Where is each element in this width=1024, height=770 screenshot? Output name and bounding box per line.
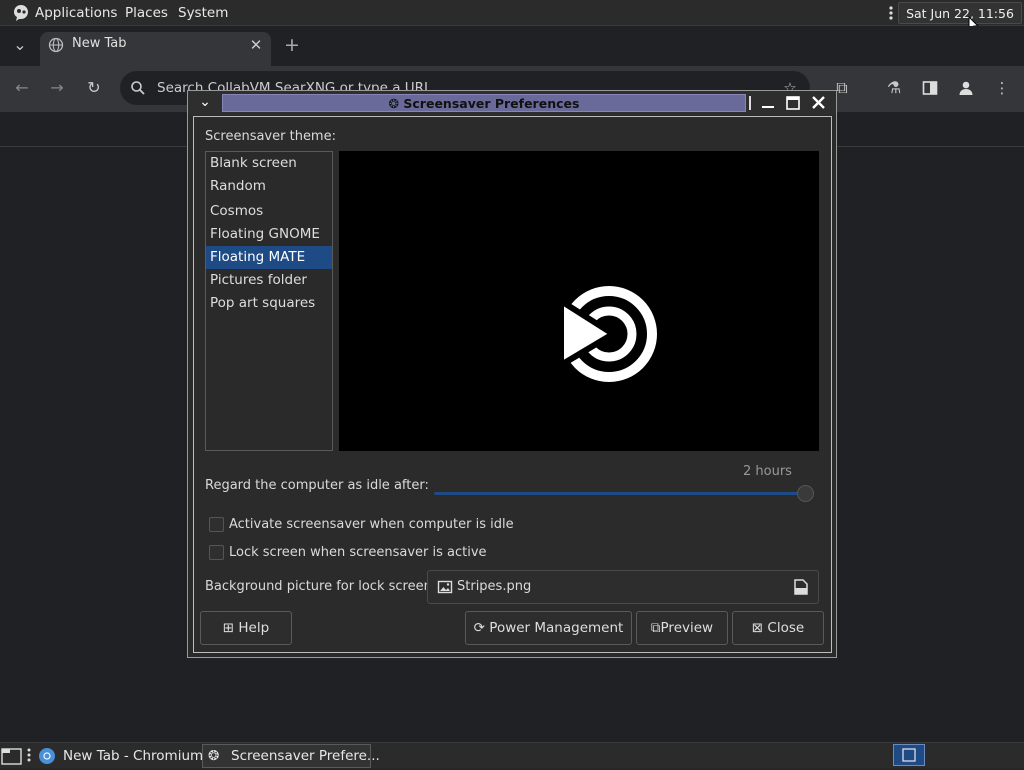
theme-item[interactable]: Pop art squares	[206, 292, 332, 315]
gnome-foot-icon[interactable]	[10, 2, 32, 24]
menu-places[interactable]: Places	[125, 0, 168, 26]
panel-handle-icon	[27, 747, 31, 763]
new-tab-plus-icon[interactable]: +	[280, 33, 304, 57]
titlebar-separator	[749, 96, 751, 110]
panel-handle-icon	[889, 5, 893, 21]
close-window-icon[interactable]	[810, 94, 827, 111]
divider	[0, 146, 187, 147]
menu-system[interactable]: System	[178, 0, 228, 26]
theme-item[interactable]: Cosmos	[206, 200, 332, 223]
idle-slider-knob[interactable]	[797, 485, 814, 502]
theme-item[interactable]: Pictures folder	[206, 269, 332, 292]
globe-icon	[48, 37, 64, 53]
idle-slider-track[interactable]	[434, 492, 806, 495]
activate-label[interactable]: Activate screensaver when computer is id…	[229, 517, 514, 532]
theme-item[interactable]: Floating GNOME	[206, 223, 332, 246]
preview-button[interactable]: ⧉Preview	[636, 611, 728, 645]
help-button-label: Help	[238, 620, 270, 636]
workspace-switcher-icon[interactable]	[893, 744, 925, 766]
reload-icon[interactable]: ↻	[82, 76, 106, 100]
back-arrow-icon[interactable]: ←	[10, 76, 34, 100]
screensaver-title-icon: ❂	[388, 96, 400, 111]
theme-label: Screensaver theme:	[205, 129, 336, 144]
lock-label[interactable]: Lock screen when screensaver is active	[229, 545, 487, 560]
power-management-button[interactable]: ⟳ Power Management	[465, 611, 632, 645]
taskbar-item-screensaver[interactable]: Screensaver Prefere...	[231, 744, 380, 768]
theme-item-selected[interactable]: Floating MATE	[206, 246, 332, 269]
image-file-icon	[437, 579, 453, 595]
help-button[interactable]: ⊞ Help	[200, 611, 292, 645]
close-button-label: Close	[767, 620, 805, 636]
side-panel-icon[interactable]	[922, 80, 938, 96]
preview-icon: ⧉	[650, 620, 661, 636]
show-desktop-icon[interactable]	[1, 746, 23, 766]
kebab-menu-icon[interactable]: ⋮	[990, 76, 1014, 100]
clock[interactable]: Sat Jun 22, 11:56 AM	[898, 2, 1022, 43]
taskbar-item-chromium[interactable]: New Tab - Chromium	[63, 744, 203, 768]
chromium-icon	[38, 747, 56, 765]
divider	[837, 146, 1024, 147]
dialog-title-box[interactable]: ❂ Screensaver Preferences	[222, 94, 746, 112]
preview-button-label: Preview	[660, 620, 714, 636]
tab-search-chevron-icon[interactable]: ⌄	[8, 33, 32, 57]
activate-checkbox[interactable]	[209, 517, 224, 532]
idle-value: 2 hours	[743, 464, 792, 479]
search-icon	[130, 80, 146, 96]
tab-close-icon[interactable]: ✕	[244, 33, 268, 57]
help-icon: ⊞	[222, 620, 235, 636]
open-file-icon[interactable]	[792, 578, 810, 596]
menu-applications[interactable]: Applications	[35, 0, 117, 26]
theme-item[interactable]: Random	[206, 175, 332, 198]
mate-logo-icon	[558, 286, 657, 382]
lock-checkbox[interactable]	[209, 545, 224, 560]
idle-label: Regard the computer as idle after:	[205, 478, 429, 493]
profile-icon[interactable]	[958, 80, 974, 96]
maximize-icon[interactable]	[785, 95, 801, 111]
power-button-label: Power Management	[489, 620, 624, 636]
close-button[interactable]: ⊠ Close	[732, 611, 824, 645]
power-icon: ⟳	[473, 620, 485, 636]
tab-title: New Tab	[72, 36, 127, 51]
labs-flask-icon[interactable]: ⚗	[882, 76, 906, 100]
close-icon: ⊠	[751, 620, 764, 636]
bg-picture-label: Background picture for lock screen:	[205, 579, 437, 594]
screensaver-taskbar-icon: ❂	[208, 748, 220, 764]
screensaver-preview	[339, 151, 819, 451]
dialog-title: Screensaver Preferences	[403, 96, 580, 111]
bg-file-name: Stripes.png	[457, 579, 532, 594]
theme-item[interactable]: Blank screen	[206, 152, 332, 175]
forward-arrow-icon[interactable]: →	[45, 76, 69, 100]
minimize-icon[interactable]	[760, 95, 776, 111]
window-menu-chevron-icon[interactable]: ⌄	[193, 91, 217, 113]
